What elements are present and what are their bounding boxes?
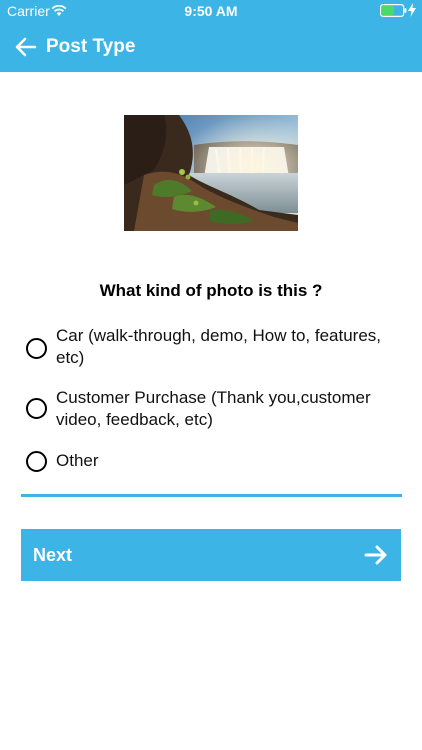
next-button[interactable]: Next bbox=[21, 529, 401, 581]
radio-button[interactable] bbox=[26, 398, 47, 419]
charging-bolt-icon bbox=[408, 3, 416, 17]
arrow-right-icon bbox=[364, 545, 387, 565]
radio-button[interactable] bbox=[26, 338, 47, 359]
status-bar: Carrier 9:50 AM bbox=[0, 0, 422, 22]
option-label: Customer Purchase (Thank you,customer vi… bbox=[56, 388, 371, 429]
battery-icon bbox=[380, 4, 407, 17]
question-heading: What kind of photo is this ? bbox=[99, 281, 323, 300]
next-button-label: Next bbox=[33, 545, 73, 565]
arrow-left-icon[interactable] bbox=[14, 35, 38, 59]
page-title: Post Type bbox=[46, 36, 136, 57]
option-label: Other bbox=[56, 451, 99, 470]
post-photo bbox=[124, 115, 298, 231]
clock: 9:50 AM bbox=[184, 3, 238, 19]
option-label: Car (walk-through, demo, How to, feature… bbox=[56, 326, 382, 367]
divider bbox=[21, 494, 402, 497]
radio-button[interactable] bbox=[26, 451, 47, 472]
app-header: Carrier 9:50 AM Post Type bbox=[0, 0, 422, 72]
